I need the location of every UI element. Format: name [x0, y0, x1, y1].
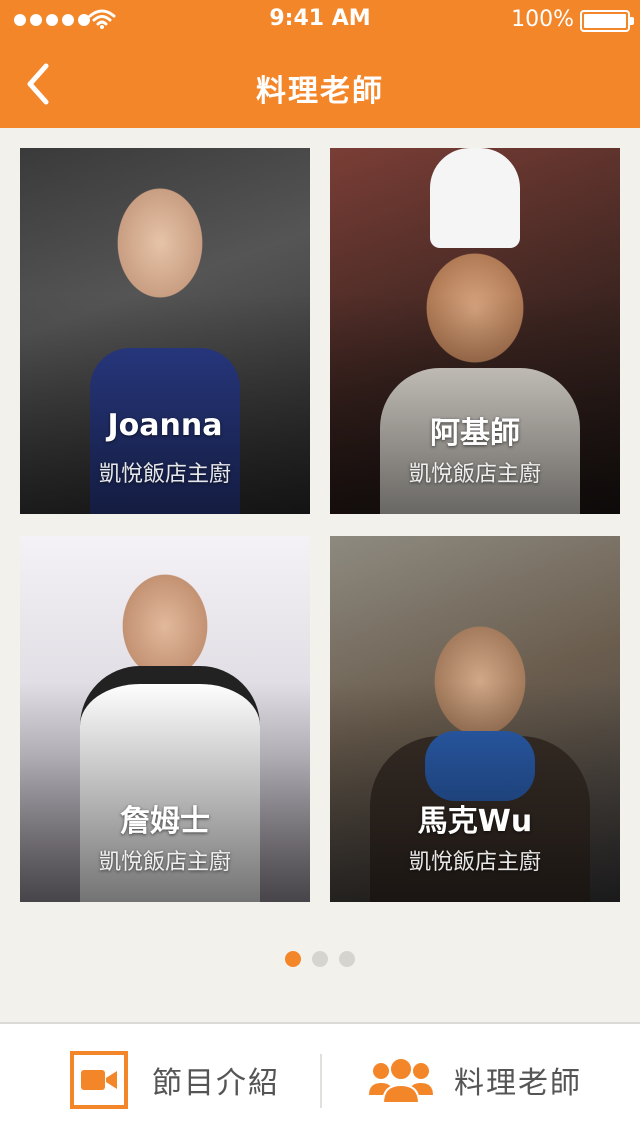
- teacher-name: 詹姆士: [120, 804, 210, 839]
- tab-bar: 節目介紹 料理老師: [0, 1022, 640, 1136]
- status-bar: 9:41 AM 100%: [0, 0, 640, 40]
- teacher-name: 阿基師: [430, 416, 520, 451]
- teacher-card[interactable]: 阿基師 凱悅飯店主廚: [330, 148, 620, 514]
- battery-icon: [580, 10, 634, 32]
- tab-chefs[interactable]: 料理老師: [368, 1024, 628, 1136]
- tab-program-intro[interactable]: 節目介紹: [70, 1024, 320, 1136]
- page-indicator: [0, 951, 640, 967]
- teacher-card[interactable]: 詹姆士 凱悅飯店主廚: [20, 536, 310, 902]
- tab-label: 節目介紹: [152, 1066, 280, 1101]
- battery-percentage: 100%: [511, 7, 574, 32]
- tab-divider: [320, 1054, 322, 1108]
- teacher-title: 凱悅飯店主廚: [408, 462, 541, 487]
- teacher-title: 凱悅飯店主廚: [98, 850, 231, 875]
- video-camera-icon: [70, 1051, 128, 1109]
- teacher-card[interactable]: 馬克Wu 凱悅飯店主廚: [330, 536, 620, 902]
- page-dot-3[interactable]: [339, 951, 355, 967]
- teacher-name: 馬克Wu: [417, 804, 533, 839]
- header: 9:41 AM 100% 料理老師: [0, 0, 640, 128]
- teacher-title: 凱悅飯店主廚: [408, 850, 541, 875]
- teacher-grid: Joanna 凱悅飯店主廚 阿基師 凱悅飯店主廚 詹姆士 凱悅飯店主廚 馬克Wu…: [20, 148, 620, 904]
- page-title: 料理老師: [256, 74, 384, 109]
- teacher-title: 凱悅飯店主廚: [98, 462, 231, 487]
- teacher-name: Joanna: [107, 408, 223, 443]
- tab-label: 料理老師: [454, 1066, 582, 1101]
- people-icon: [369, 1057, 433, 1104]
- nav-bar: 料理老師: [0, 40, 640, 128]
- page-dot-2[interactable]: [312, 951, 328, 967]
- page-dot-1[interactable]: [285, 951, 301, 967]
- teacher-card[interactable]: Joanna 凱悅飯店主廚: [20, 148, 310, 514]
